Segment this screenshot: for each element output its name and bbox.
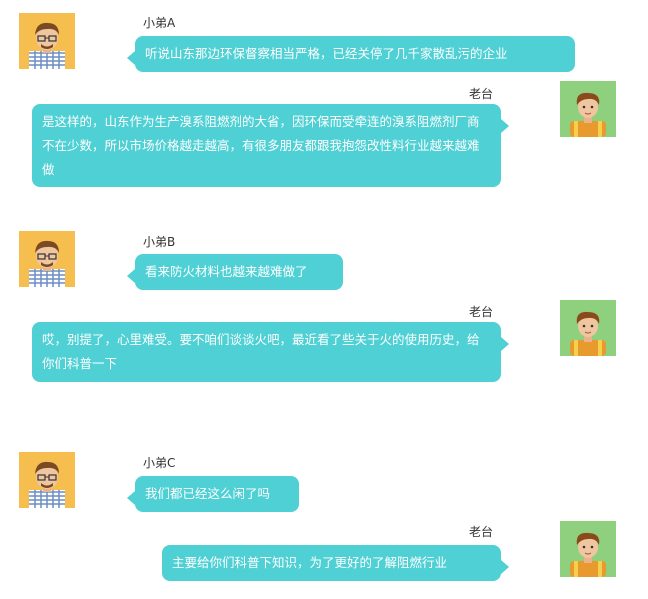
message-bubble[interactable]: 哎，别提了，心里难受。要不咱们谈谈火吧，最近看了些关于火的使用历史，给你们科普一… xyxy=(32,322,509,382)
sender-name: 小弟A xyxy=(143,16,176,30)
sender-name: 老台 xyxy=(469,525,494,539)
message-bubble[interactable]: 听说山东那边环保督察相当严格，已经关停了几千家散乱污的企业 xyxy=(127,36,575,72)
young-man-glasses-avatar[interactable] xyxy=(19,13,75,69)
young-man-glasses-avatar[interactable] xyxy=(19,231,75,287)
worker-avatar[interactable] xyxy=(560,81,616,137)
worker-avatar[interactable] xyxy=(560,300,616,356)
young-man-glasses-avatar[interactable] xyxy=(19,452,75,508)
message-bubble[interactable]: 是这样的，山东作为生产溴系阻燃剂的大省，因环保而受牵连的溴系阻燃剂厂商不在少数，… xyxy=(32,104,509,187)
sender-name: 老台 xyxy=(469,87,494,101)
sender-name: 小弟C xyxy=(143,456,176,470)
message-bubble[interactable]: 我们都已经这么闲了吗 xyxy=(127,476,299,512)
message-bubble[interactable]: 看来防火材料也越来越难做了 xyxy=(127,254,343,290)
sender-name: 老台 xyxy=(469,305,494,319)
worker-avatar[interactable] xyxy=(560,521,616,577)
sender-name: 小弟B xyxy=(143,235,176,249)
message-bubble[interactable]: 主要给你们科普下知识，为了更好的了解阻燃行业 xyxy=(162,545,509,581)
